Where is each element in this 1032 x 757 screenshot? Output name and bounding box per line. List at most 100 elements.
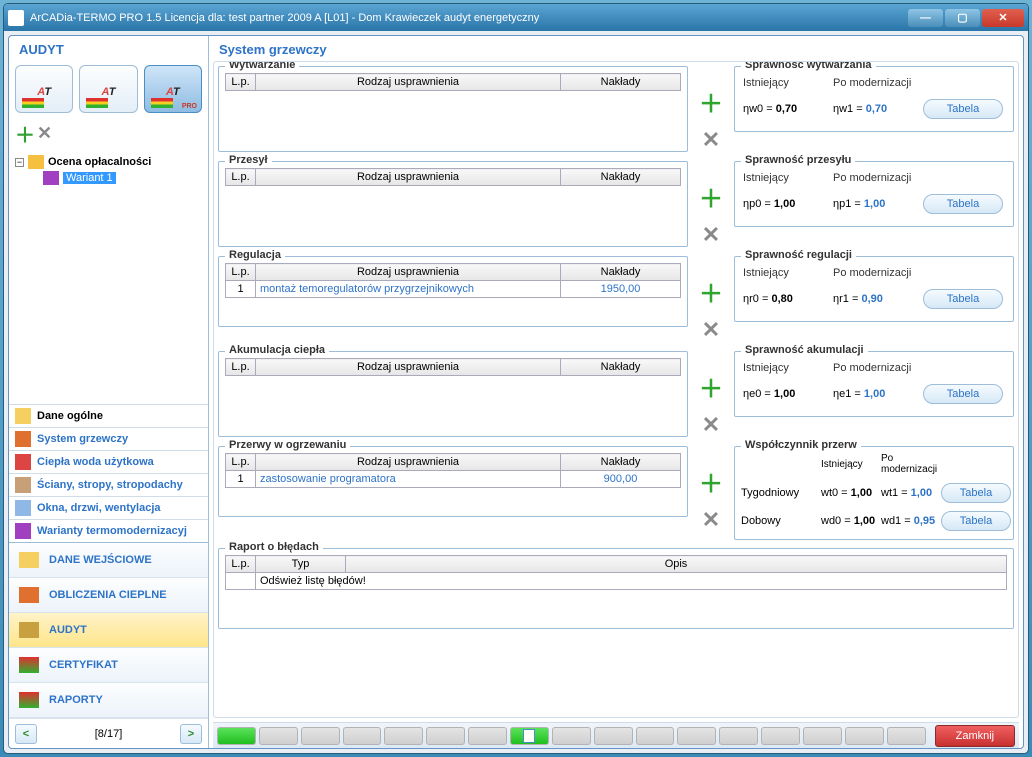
section-wytwarzanie: Wytwarzanie L.p.Rodzaj usprawnieniaNakła… xyxy=(218,66,688,152)
nav-warianty[interactable]: Warianty termomodernizacyj xyxy=(9,519,208,542)
tree-del-icon[interactable]: ✕ xyxy=(37,123,52,144)
page-next[interactable]: > xyxy=(180,724,202,744)
module-raporty[interactable]: RAPORTY xyxy=(9,683,208,718)
status-cell[interactable] xyxy=(636,727,675,745)
module-audyt[interactable]: AUDYT xyxy=(9,613,208,648)
variants-icon xyxy=(15,523,31,539)
nav-sciany[interactable]: Ściany, stropy, stropodachy xyxy=(9,473,208,496)
tree-variant-1[interactable]: Wariant 1 xyxy=(15,170,202,186)
module-certyfikat[interactable]: CERTYFIKAT xyxy=(9,648,208,683)
tabela-dobowy[interactable]: Tabela xyxy=(941,511,1011,531)
status-cell[interactable] xyxy=(259,727,298,745)
panel-wspolczynnik-przerw: Współczynnik przerw IstniejącyPo moderni… xyxy=(734,446,1014,540)
section-przesyl: Przesył L.p.Rodzaj usprawnieniaNakłady xyxy=(218,161,688,247)
sidebar: AUDYT AT AT AT PRO ＋ ✕ xyxy=(9,36,209,748)
tabela-wytwarzanie[interactable]: Tabela xyxy=(923,99,1003,119)
mode-at-2[interactable]: AT xyxy=(79,65,137,113)
doc-icon xyxy=(15,408,31,424)
tree-root[interactable]: − Ocena opłacalności xyxy=(15,154,202,170)
module-obliczenia[interactable]: OBLICZENIA CIEPLNE xyxy=(9,578,208,613)
tree-add-icon[interactable]: ＋ xyxy=(15,119,35,148)
page-indicator: [8/17] xyxy=(43,728,174,740)
status-cell[interactable] xyxy=(301,727,340,745)
table-przerwy[interactable]: L.p.Rodzaj usprawnieniaNakłady 1zastosow… xyxy=(225,453,681,488)
status-cell[interactable] xyxy=(845,727,884,745)
nav-okna[interactable]: Okna, drzwi, wentylacja xyxy=(9,496,208,519)
audit-icon xyxy=(19,622,39,638)
status-bar: Zamknij xyxy=(213,722,1019,748)
table-regulacja[interactable]: L.p.Rodzaj usprawnieniaNakłady 1montaż t… xyxy=(225,263,681,298)
sidebar-title: AUDYT xyxy=(9,36,208,61)
del-row-regulacja[interactable]: ✕ xyxy=(698,317,724,343)
app-icon xyxy=(8,10,24,26)
nav-dane-ogolne[interactable]: Dane ogólne xyxy=(9,404,208,427)
add-row-akumulacja[interactable]: ＋ xyxy=(698,369,724,404)
add-row-wytwarzanie[interactable]: ＋ xyxy=(698,84,724,119)
status-cell[interactable] xyxy=(761,727,800,745)
page-prev[interactable]: < xyxy=(15,724,37,744)
wall-icon xyxy=(15,477,31,493)
status-current-cell[interactable] xyxy=(510,727,549,745)
status-cell[interactable] xyxy=(343,727,382,745)
nav-list: Dane ogólne System grzewczy Ciepła woda … xyxy=(9,404,208,542)
add-row-przesyl[interactable]: ＋ xyxy=(698,179,724,214)
status-cell[interactable] xyxy=(384,727,423,745)
heating-icon xyxy=(15,431,31,447)
stripes-icon xyxy=(151,98,173,108)
module-dane[interactable]: DANE WEJŚCIOWE xyxy=(9,543,208,578)
page-icon xyxy=(523,729,535,743)
tabela-regulacja[interactable]: Tabela xyxy=(923,289,1003,309)
add-row-regulacja[interactable]: ＋ xyxy=(698,274,724,309)
status-cell[interactable] xyxy=(468,727,507,745)
status-cell[interactable] xyxy=(719,727,758,745)
status-cell[interactable] xyxy=(594,727,633,745)
nav-ciepla-woda[interactable]: Ciepła woda użytkowa xyxy=(9,450,208,473)
report-icon xyxy=(19,692,39,708)
status-cell[interactable] xyxy=(217,727,256,745)
status-cell[interactable] xyxy=(426,727,465,745)
del-row-akumulacja[interactable]: ✕ xyxy=(698,412,724,438)
variant-icon xyxy=(43,171,59,185)
tabela-akumulacja[interactable]: Tabela xyxy=(923,384,1003,404)
pencil-icon xyxy=(19,552,39,568)
table-row: 1zastosowanie programatora900,00 xyxy=(226,471,681,488)
mode-strip: AT AT AT PRO xyxy=(9,61,208,117)
maximize-button[interactable]: ▢ xyxy=(945,9,980,27)
stripes-icon xyxy=(86,98,108,108)
app-window: ArCADia-TERMO PRO 1.5 Licencja dla: test… xyxy=(3,3,1029,754)
module-buttons: DANE WEJŚCIOWE OBLICZENIA CIEPLNE AUDYT … xyxy=(9,542,208,718)
main-title: System grzewczy xyxy=(209,36,1023,61)
stripes-icon xyxy=(22,98,44,108)
panel-sprawnosc-wytwarzania: Sprawność wytwarzania Istniejący Po mode… xyxy=(734,66,1014,132)
table-raport: L.p.TypOpis Odśwież listę błędów! xyxy=(225,555,1007,590)
nav-system-grzewczy[interactable]: System grzewczy xyxy=(9,427,208,450)
mode-at-1[interactable]: AT xyxy=(15,65,73,113)
del-row-przerwy[interactable]: ✕ xyxy=(698,507,724,533)
status-cell[interactable] xyxy=(552,727,591,745)
del-row-przesyl[interactable]: ✕ xyxy=(698,222,724,248)
report-message: Odśwież listę błędów! xyxy=(256,573,1007,590)
add-row-przerwy[interactable]: ＋ xyxy=(698,464,724,499)
mode-at-pro[interactable]: AT PRO xyxy=(144,65,202,113)
variant-tree: − Ocena opłacalności Wariant 1 xyxy=(9,150,208,190)
del-row-wytwarzanie[interactable]: ✕ xyxy=(698,127,724,153)
cert-icon xyxy=(19,657,39,673)
section-akumulacja: Akumulacja ciepła L.p.Rodzaj usprawnieni… xyxy=(218,351,688,437)
close-button[interactable]: ✕ xyxy=(982,9,1024,27)
tabela-tygodniowy[interactable]: Tabela xyxy=(941,483,1011,503)
zamknij-button[interactable]: Zamknij xyxy=(935,725,1016,747)
titlebar: ArCADia-TERMO PRO 1.5 Licencja dla: test… xyxy=(4,4,1028,31)
folder-icon xyxy=(28,155,44,169)
status-cell[interactable] xyxy=(803,727,842,745)
table-wytwarzanie: L.p.Rodzaj usprawnieniaNakłady xyxy=(225,73,681,91)
tabela-przesyl[interactable]: Tabela xyxy=(923,194,1003,214)
status-cell[interactable] xyxy=(677,727,716,745)
minimize-button[interactable]: — xyxy=(908,9,943,27)
window-icon xyxy=(15,500,31,516)
section-regulacja: Regulacja L.p.Rodzaj usprawnieniaNakłady… xyxy=(218,256,688,327)
calc-icon xyxy=(19,587,39,603)
section-przerwy: Przerwy w ogrzewaniu L.p.Rodzaj usprawni… xyxy=(218,446,688,517)
status-cell[interactable] xyxy=(887,727,926,745)
section-raport: Raport o błędach L.p.TypOpis Odśwież lis… xyxy=(218,548,1014,629)
table-row: 1montaż temoregulatorów przygrzejnikowyc… xyxy=(226,281,681,298)
